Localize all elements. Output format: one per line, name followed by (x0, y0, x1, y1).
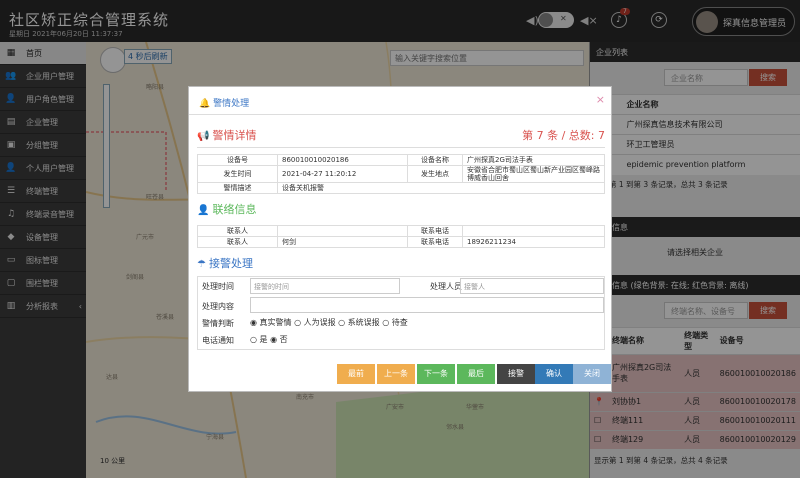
section-handling: ☂ 接警处理 (197, 257, 253, 270)
alarm-counter: 第 7 条 / 总数: 7 (522, 129, 605, 142)
handle-time-input[interactable]: 接警的时间 (250, 278, 400, 294)
bell-icon: 🔔 (199, 99, 214, 109)
alarm-detail-table: 设备号 860010010020186 设备名称 广州探真2G司法手表 发生时间 202… (197, 154, 605, 194)
first-button[interactable]: 最前 (337, 364, 375, 384)
handle-content-input[interactable] (250, 297, 604, 313)
alarm-dialog: 🔔 警情处理 × 📢 警情详情 第 7 条 / 总数: 7 设备号 86001001… (188, 86, 612, 392)
dialog-title: 🔔 警情处理 (189, 87, 611, 115)
contact-table: 联系人 联系电话 联系人 何剑 联系电话 18926211234 (197, 225, 605, 248)
section-contacts: 👤 联络信息 (197, 203, 257, 216)
handling-form: 处理时间 接警的时间 处理人员 接警人 处理内容 警情判断 ◉ 真实警情 ○ 人… (197, 276, 605, 350)
accept-alarm-button[interactable]: 接警 (497, 364, 535, 384)
alarm-judgement-radios[interactable]: ◉ 真实警情 ○ 人为误报 ○ 系统误报 ○ 待查 (250, 317, 408, 328)
person-icon: 👤 (197, 205, 210, 216)
close-button[interactable]: 关闭 (573, 364, 611, 384)
confirm-button[interactable]: 确认 (535, 364, 573, 384)
close-icon[interactable]: × (596, 93, 605, 106)
next-button[interactable]: 下一条 (417, 364, 455, 384)
handler-input[interactable]: 接警人 (460, 278, 604, 294)
last-button[interactable]: 最后 (457, 364, 495, 384)
section-alarm-detail: 📢 警情详情 (197, 129, 257, 142)
prev-button[interactable]: 上一条 (377, 364, 415, 384)
megaphone-icon: 📢 (197, 131, 210, 142)
umbrella-icon: ☂ (197, 259, 206, 270)
phone-notify-radios[interactable]: ○ 是 ◉ 否 (250, 334, 288, 345)
